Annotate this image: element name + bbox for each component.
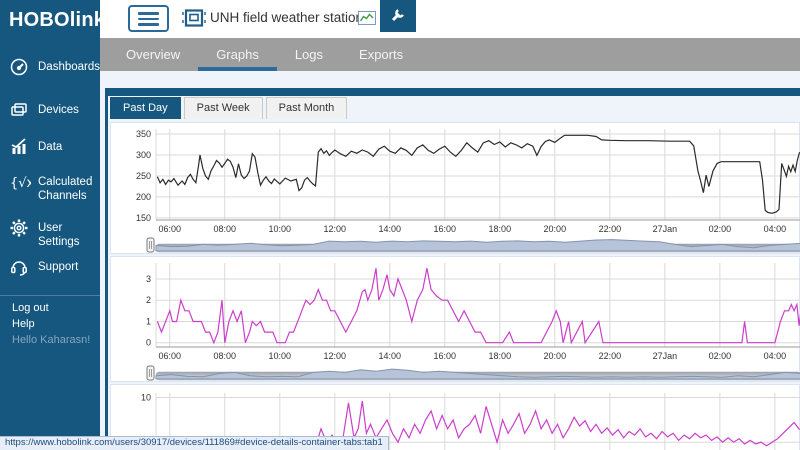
svg-text:06:00: 06:00 — [158, 351, 181, 361]
svg-text:16:00: 16:00 — [434, 351, 457, 361]
svg-text:20:00: 20:00 — [544, 351, 567, 361]
range-navigator[interactable] — [146, 364, 800, 382]
hobolink-logo[interactable]: HOBOlink® — [0, 0, 111, 32]
tab-overview[interactable]: Overview — [108, 38, 198, 71]
hamburger-icon — [138, 12, 159, 26]
sidebar-item-calculated-channels[interactable]: {√x Calculated Channels — [0, 172, 100, 204]
svg-text:04:00: 04:00 — [764, 224, 787, 234]
data-series-line — [156, 268, 800, 345]
device-tabs: Overview Graphs Logs Exports — [100, 38, 800, 71]
logo-text: HOBOlink — [9, 9, 106, 31]
navigator-area — [155, 239, 800, 252]
logout-link[interactable]: Log out — [12, 302, 49, 314]
sidebar-item-label: Dashboards — [38, 61, 101, 73]
svg-text:16:00: 16:00 — [434, 224, 457, 234]
svg-text:27Jan: 27Jan — [653, 224, 678, 234]
sidebar: HOBOlink® Dashboards Devices Data {√x Ca… — [0, 0, 111, 450]
svg-text:08:00: 08:00 — [213, 351, 236, 361]
dashboards-icon — [9, 57, 33, 82]
svg-text:250: 250 — [136, 171, 151, 181]
range-tab-past-week[interactable]: Past Week — [183, 97, 263, 119]
svg-text:10: 10 — [141, 392, 151, 402]
help-link[interactable]: Help — [12, 318, 35, 330]
sidebar-item-label: Devices — [38, 104, 79, 116]
sidebar-item-label: Data — [38, 141, 63, 153]
svg-text:200: 200 — [136, 192, 151, 202]
range-navigator[interactable] — [146, 236, 800, 254]
svg-text:27Jan: 27Jan — [653, 351, 678, 361]
svg-text:300: 300 — [136, 150, 151, 160]
graph-badge-icon[interactable] — [358, 11, 376, 30]
svg-text:14:00: 14:00 — [379, 351, 402, 361]
chart-plot: 06:00 08:00 10:00 12:00 14:00 16:00 18:00 20:00… — [136, 129, 800, 234]
svg-text:18:00: 18:00 — [489, 351, 512, 361]
wrench-icon — [390, 7, 406, 26]
calculated-channels-icon: {√x — [9, 172, 35, 199]
svg-text:3: 3 — [146, 274, 151, 284]
range-tab-past-month[interactable]: Past Month — [265, 97, 348, 119]
device-icon — [182, 8, 206, 34]
tab-exports[interactable]: Exports — [341, 38, 421, 71]
sidebar-item-support[interactable]: Support — [0, 257, 100, 282]
svg-text:08:00: 08:00 — [213, 224, 236, 234]
svg-text:22:00: 22:00 — [599, 224, 622, 234]
svg-text:22:00: 22:00 — [599, 351, 622, 361]
svg-text:2: 2 — [146, 295, 151, 305]
svg-text:12:00: 12:00 — [324, 351, 347, 361]
user-greeting: Hello Kaharasn! — [12, 334, 91, 346]
support-icon — [9, 257, 33, 282]
graphs-panel: Past Day Past Week Past Month 06:00 08:00… — [100, 71, 800, 450]
svg-text:0: 0 — [146, 338, 151, 348]
svg-text:20:00: 20:00 — [544, 224, 567, 234]
hamburger-menu-button[interactable] — [128, 5, 169, 32]
panel-left-edge — [105, 88, 108, 450]
sidebar-item-label: Calculated Channels — [38, 176, 93, 203]
header: UNH field weather station — [100, 0, 800, 38]
sidebar-item-label: User Settings — [38, 222, 80, 249]
range-tab-past-day[interactable]: Past Day — [110, 97, 181, 119]
svg-text:12:00: 12:00 — [324, 224, 347, 234]
device-title: UNH field weather station — [210, 10, 364, 25]
panel-top-bar — [105, 88, 800, 96]
data-icon — [9, 137, 33, 162]
data-series-line — [156, 134, 800, 214]
navigator-handle[interactable] — [146, 237, 155, 253]
status-bar-url: https://www.hobolink.com/users/30917/dev… — [0, 436, 389, 450]
chart-wind-speed: 06:00 08:00 10:00 12:00 14:00 16:00 18:00 20:00… — [110, 256, 800, 382]
sidebar-item-devices[interactable]: Devices — [0, 100, 100, 125]
svg-text:14:00: 14:00 — [379, 224, 402, 234]
tab-graphs[interactable]: Graphs — [198, 38, 277, 71]
svg-text:02:00: 02:00 — [709, 224, 732, 234]
registered-mark: ® — [105, 11, 112, 21]
devices-icon — [9, 100, 33, 125]
sidebar-item-data[interactable]: Data — [0, 137, 100, 162]
device-settings-button[interactable] — [380, 0, 416, 32]
svg-text:150: 150 — [136, 213, 151, 223]
svg-text:{√x: {√x — [10, 176, 31, 191]
chart-wind-direction: 06:00 08:00 10:00 12:00 14:00 16:00 18:00 20:00… — [110, 122, 800, 254]
app-window: HOBOlink® Dashboards Devices Data {√x Ca… — [0, 0, 800, 450]
svg-text:10:00: 10:00 — [269, 224, 292, 234]
svg-text:1: 1 — [146, 316, 151, 326]
chart-plot: 06:00 08:00 10:00 12:00 14:00 16:00 18:00 20:00… — [146, 263, 800, 361]
tab-logs[interactable]: Logs — [277, 38, 341, 71]
user-settings-icon — [9, 218, 33, 243]
sidebar-item-user-settings[interactable]: User Settings — [0, 218, 100, 250]
sidebar-item-dashboards[interactable]: Dashboards — [0, 57, 100, 82]
svg-text:350: 350 — [136, 129, 151, 139]
svg-text:10:00: 10:00 — [269, 351, 292, 361]
sidebar-divider — [0, 295, 100, 296]
svg-text:02:00: 02:00 — [709, 351, 732, 361]
time-range-tabs: Past Day Past Week Past Month — [110, 97, 350, 119]
navigator-handle[interactable] — [146, 365, 155, 381]
sidebar-item-label: Support — [38, 261, 79, 273]
svg-text:18:00: 18:00 — [489, 224, 512, 234]
svg-text:04:00: 04:00 — [764, 351, 787, 361]
svg-text:06:00: 06:00 — [158, 224, 181, 234]
